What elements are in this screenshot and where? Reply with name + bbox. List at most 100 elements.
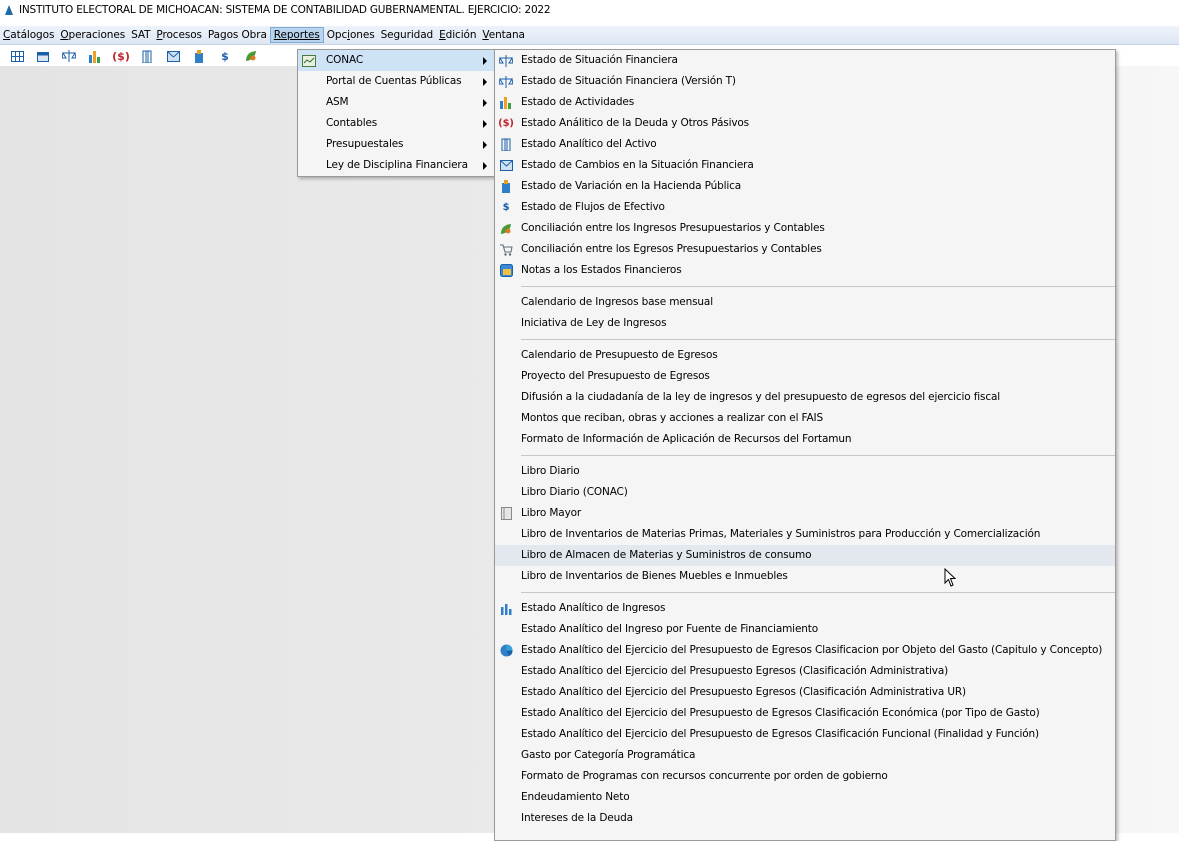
menu-item[interactable]: Gasto por Categoría Programática [495,745,1115,766]
mail-chart-icon [495,155,517,176]
menu-bar: Catálogos Operaciones SAT Procesos Pagos… [0,26,1179,45]
menu-sat[interactable]: SAT [128,27,153,43]
toolbar: ($) $ [0,46,304,66]
menu-item[interactable]: Estado de Situación Financiera [495,50,1115,71]
column-chart-icon [495,598,517,619]
submenu-arrow-icon [483,57,487,65]
menu-procesos[interactable]: Procesos [153,27,204,43]
menu-item[interactable]: ($) Estado Análitico de la Deuda y Otros… [495,113,1115,134]
submenu-arrow-icon [483,78,487,86]
mail-chart-icon[interactable] [160,47,186,65]
submenu-arrow-icon [483,141,487,149]
mouse-pointer-icon [944,568,957,587]
hacienda-icon[interactable] [186,47,212,65]
bar-chart-icon[interactable] [82,47,108,65]
balance-icon [495,50,517,71]
menu-item[interactable]: Estado de Actividades [495,92,1115,113]
menu-item[interactable]: Libro Diario (CONAC) [495,482,1115,503]
menu-item[interactable]: Difusión a la ciudadanía de la ley de in… [495,387,1115,408]
menu-item[interactable]: Proyecto del Presupuesto de Egresos [495,366,1115,387]
menu-item-portal[interactable]: Portal de Cuentas Públicas [298,71,495,92]
menu-item[interactable]: Estado Analítico de Ingresos [495,598,1115,619]
menu-reportes[interactable]: Reportes [269,27,324,43]
submenu-arrow-icon [483,162,487,170]
menu-ventana[interactable]: Ventana [479,27,527,43]
menu-item[interactable]: Estado de Variación en la Hacienda Públi… [495,176,1115,197]
window-title: INSTITUTO ELECTORAL DE MICHOACAN: SISTEM… [19,4,551,16]
app-logo-icon [4,5,14,15]
leaf-icon[interactable] [238,47,264,65]
menu-separator [521,592,1115,593]
menu-item[interactable]: Estado Analítico del Ejercicio del Presu… [495,703,1115,724]
hacienda-icon [495,176,517,197]
title-bar: INSTITUTO ELECTORAL DE MICHOACAN: SISTEM… [0,0,1179,20]
menu-item[interactable]: Calendario de Ingresos base mensual [495,292,1115,313]
conac-icon [298,50,320,71]
calendar-icon[interactable] [30,47,56,65]
balance-icon [495,71,517,92]
menu-item[interactable]: Montos que reciban, obras y acciones a r… [495,408,1115,429]
menu-separator [521,286,1115,287]
menu-item[interactable]: Conciliación entre los Egresos Presupues… [495,239,1115,260]
book-icon [495,503,517,524]
menu-item-label: Presupuestales [326,138,404,150]
menu-item-label: CONAC [326,54,364,66]
building-icon[interactable] [134,47,160,65]
menu-item[interactable]: Estado Analítico del Ejercicio del Presu… [495,640,1115,661]
dollar-icon[interactable]: $ [212,47,238,65]
menu-catalogos[interactable]: Catálogos [0,27,57,43]
menu-item-presupuestales[interactable]: Presupuestales [298,134,495,155]
reportes-dropdown: CONAC Portal de Cuentas Públicas ASM Con… [297,49,496,177]
menu-item[interactable]: Estado de Situación Financiera (Versión … [495,71,1115,92]
menu-edicion[interactable]: Edición [436,27,479,43]
grid-icon[interactable] [4,47,30,65]
menu-item-asm[interactable]: ASM [298,92,495,113]
menu-operaciones[interactable]: Operaciones [57,27,128,43]
menu-opciones[interactable]: Opciones [324,27,378,43]
menu-item-ley-disciplina[interactable]: Ley de Disciplina Financiera [298,155,495,176]
menu-item[interactable]: Estado Analítico del Ingreso por Fuente … [495,619,1115,640]
menu-item[interactable]: Notas a los Estados Financieros [495,260,1115,281]
menu-item[interactable]: Libro de Inventarios de Materias Primas,… [495,524,1115,545]
dollar-icon: $ [502,202,510,213]
notes-icon [495,260,517,281]
leaf-icon [495,218,517,239]
cart-icon [495,239,517,260]
menu-separator [521,455,1115,456]
menu-seguridad[interactable]: Seguridad [378,27,437,43]
debt-icon: ($) [498,118,514,129]
menu-item[interactable]: Calendario de Presupuesto de Egresos [495,345,1115,366]
menu-item-label: Ley de Disciplina Financiera [326,159,468,171]
menu-item[interactable]: $ Estado de Flujos de Efectivo [495,197,1115,218]
menu-item[interactable]: Formato de Programas con recursos concur… [495,766,1115,787]
menu-pagos-obra[interactable]: Pagos Obra [205,27,270,43]
menu-item-highlighted[interactable]: Libro de Almacen de Materias y Suministr… [495,545,1115,566]
menu-item-contables[interactable]: Contables [298,113,495,134]
menu-item[interactable]: Conciliación entre los Ingresos Presupue… [495,218,1115,239]
menu-item[interactable]: Libro Mayor [495,503,1115,524]
debt-icon[interactable]: ($) [108,47,134,65]
menu-item[interactable]: Libro de Inventarios de Bienes Muebles e… [495,566,1115,587]
menu-item[interactable]: Formato de Información de Aplicación de … [495,429,1115,450]
menu-separator [521,339,1115,340]
menu-item-label: ASM [326,96,349,108]
conac-submenu: Estado de Situación Financiera Estado de… [494,49,1116,841]
balance-icon[interactable] [56,47,82,65]
menu-item[interactable]: Estado Analítico del Ejercicio del Presu… [495,724,1115,745]
menu-item[interactable]: Estado Analítico del Activo [495,134,1115,155]
submenu-arrow-icon [483,99,487,107]
bar-chart-icon [495,92,517,113]
submenu-arrow-icon [483,120,487,128]
pie-chart-icon [495,640,517,661]
menu-item[interactable]: Estado Analítico del Ejercicio del Presu… [495,661,1115,682]
menu-item-conac[interactable]: CONAC [298,50,495,71]
menu-item[interactable]: Libro Diario [495,461,1115,482]
menu-item[interactable]: Intereses de la Deuda [495,808,1115,829]
menu-item[interactable]: Estado de Cambios en la Situación Financ… [495,155,1115,176]
menu-item[interactable]: Endeudamiento Neto [495,787,1115,808]
building-icon [495,134,517,155]
menu-item-label: Portal de Cuentas Públicas [326,75,462,87]
menu-item-label: Contables [326,117,378,129]
menu-item[interactable]: Iniciativa de Ley de Ingresos [495,313,1115,334]
menu-item[interactable]: Estado Analítico del Ejercicio del Presu… [495,682,1115,703]
